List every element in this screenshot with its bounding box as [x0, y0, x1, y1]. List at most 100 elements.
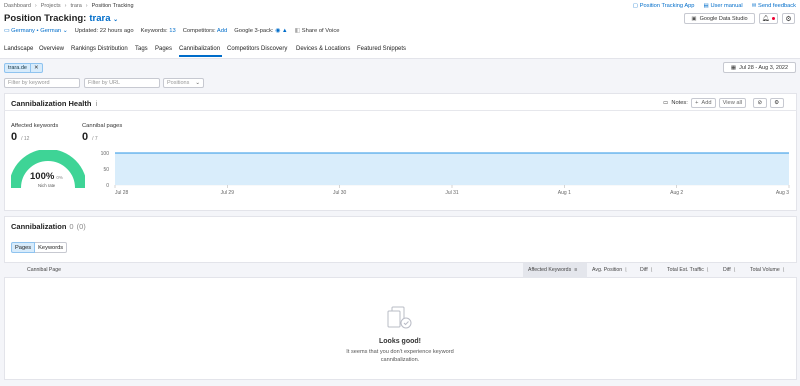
business-icon: ▲: [281, 28, 288, 34]
location-selector[interactable]: ▭ Germany • German ⌄: [4, 28, 68, 34]
keywords-count-link[interactable]: 13: [169, 28, 175, 34]
notes-toolbar: ▭ Notes: + Add View all ⊘ ⚙: [663, 98, 784, 108]
tab-landscape[interactable]: Landscape: [4, 46, 33, 52]
breadcrumb-dashboard[interactable]: Dashboard: [4, 3, 31, 9]
notes-icon: ▭: [663, 100, 669, 106]
sort-desc-icon: ≡: [574, 267, 578, 273]
divider: [4, 110, 797, 111]
tab-tags[interactable]: Tags: [135, 46, 148, 52]
top-links: ▢ Position Tracking App ▤ User manual ✉ …: [633, 3, 796, 9]
affected-keywords-metric: 0 / 12: [11, 131, 30, 143]
y-tick-label: 100: [101, 151, 110, 157]
tab-cannibalization[interactable]: Cannibalization: [179, 46, 220, 52]
view-toggle: Pages Keywords: [11, 242, 68, 253]
competitors-info: Competitors: Add: [182, 28, 228, 34]
send-feedback-link[interactable]: ✉ Send feedback: [752, 3, 796, 9]
x-tick-label: Aug 3: [776, 190, 789, 196]
position-tracking-app-link[interactable]: ▢ Position Tracking App: [633, 3, 695, 9]
close-icon[interactable]: ✕: [29, 64, 42, 72]
empty-state-text-2: cannibalization.: [380, 357, 420, 363]
sort-icon: ⌊: [625, 267, 628, 273]
cannibal-pages-metric: 0 / 7: [82, 131, 98, 143]
col-affected-keywords[interactable]: Affected Keywords ≡: [528, 262, 577, 278]
project-selector[interactable]: trara ⌄: [89, 13, 118, 24]
cannibalization-title: Cannibalization 0 (0): [11, 222, 86, 231]
breadcrumb-projects[interactable]: Projects: [41, 3, 61, 9]
tab-devices-locations[interactable]: Devices & Locations: [296, 46, 350, 52]
col-total-volume[interactable]: Total Volume ⌊: [750, 262, 785, 278]
empty-state-text-1: It seems that you don't experience keywo…: [346, 349, 454, 355]
sort-icon: ⌊: [706, 267, 709, 273]
page-title: Position Tracking: trara ⌄: [4, 13, 119, 24]
alert-dot: [772, 17, 776, 20]
bell-icon: 🔔︎: [761, 16, 770, 22]
cannibalization-chart: 100 50 0 Jul 28 Jul 29 Jul 30 Jul 31 Aug 1 Aug 2…: [101, 151, 790, 196]
tab-competitors-discovery[interactable]: Competitors Discovery: [227, 46, 287, 52]
tab-overview[interactable]: Overview: [39, 46, 64, 52]
toggle-keywords[interactable]: Keywords: [35, 242, 68, 253]
chart-settings-button[interactable]: ⚙: [769, 98, 784, 108]
cannibal-pages-label: Cannibal pages: [82, 123, 123, 129]
keywords-info: Keywords: 13: [140, 28, 176, 34]
gauge-value: 100% 0%: [30, 171, 63, 182]
share-of-voice[interactable]: ◧ Share of Voice: [295, 28, 340, 34]
toggle-pages[interactable]: Pages: [11, 242, 36, 253]
eye-off-icon: ⊘: [757, 100, 763, 106]
x-tick-label: Jul 29: [221, 190, 235, 196]
hide-notes-button[interactable]: ⊘: [752, 98, 767, 108]
col-total-est-traffic[interactable]: Total Est. Traffic ⌊: [667, 262, 709, 278]
health-title: Cannibalization Health i: [11, 99, 98, 108]
x-tick-label: Jul 30: [333, 190, 347, 196]
domain-chip[interactable]: trara.de ✕: [4, 63, 43, 73]
tab-rankings-distribution[interactable]: Rankings Distribution: [71, 46, 128, 52]
info-bar: ▭ Germany • German ⌄ Updated: 22 hours a…: [4, 28, 339, 34]
sort-icon: ⌊: [650, 267, 653, 273]
chat-icon: ✉: [751, 3, 757, 9]
add-note-button[interactable]: + Add: [690, 98, 716, 108]
info-icon[interactable]: i: [95, 99, 97, 108]
x-tick-label: Jul 31: [445, 190, 459, 196]
positions-select[interactable]: Positions ⌄: [163, 78, 204, 88]
cannibalization-table-card: [4, 216, 797, 380]
tab-pages[interactable]: Pages: [155, 46, 172, 52]
y-tick-label: 0: [106, 183, 109, 189]
keyword-filter-input[interactable]: Filter by keyword: [4, 78, 80, 88]
settings-button[interactable]: ⚙: [782, 13, 795, 24]
view-all-notes-button[interactable]: View all: [718, 98, 746, 108]
active-tab-indicator: [179, 55, 222, 57]
gauge-label: Nich rate: [38, 183, 56, 188]
gear-icon: ⚙: [785, 15, 792, 23]
x-tick-label: Jul 28: [115, 190, 129, 196]
gds-icon: ▣: [691, 15, 697, 22]
gear-icon: ⚙: [774, 100, 780, 106]
sov-toggle-icon: ◧: [294, 28, 301, 34]
col-diff-traffic[interactable]: Diff ⌊: [723, 262, 736, 278]
monitor-icon: ▭: [4, 28, 10, 34]
col-avg-position[interactable]: Avg. Position ⌊: [592, 262, 627, 278]
y-tick-label: 50: [103, 167, 109, 173]
empty-state-icon: [387, 306, 412, 329]
user-manual-link[interactable]: ▤ User manual: [703, 3, 742, 9]
date-range-picker[interactable]: ▦ Jul 28 - Aug 3, 2022: [723, 62, 796, 73]
url-filter-input[interactable]: Filter by URL: [84, 78, 160, 88]
add-competitors-link[interactable]: Add: [217, 28, 227, 34]
affected-keywords-label: Affected keywords: [11, 123, 59, 129]
google-data-studio-button[interactable]: ▣ Google Data Studio: [684, 13, 755, 24]
updated-text: Updated: 22 hours ago: [74, 28, 134, 34]
breadcrumb-project[interactable]: trara: [70, 3, 81, 9]
col-cannibal-page[interactable]: Cannibal Page: [27, 262, 61, 278]
chevron-down-icon: ⌄: [113, 17, 119, 23]
x-tick-label: Aug 2: [670, 190, 683, 196]
tab-featured-snippets[interactable]: Featured Snippets: [357, 46, 406, 52]
google-3pack-info[interactable]: Google 3-pack: ◉ ▲: [234, 28, 287, 34]
sort-icon: ⌊: [733, 267, 736, 273]
notifications-button[interactable]: 🔔︎: [759, 13, 778, 24]
breadcrumb: Dashboard › Projects › trara › Position Tra…: [4, 3, 134, 9]
col-diff-position[interactable]: Diff ⌊: [640, 262, 653, 278]
chevron-down-icon: ⌄: [195, 80, 200, 86]
map-pin-icon: ◉: [275, 28, 281, 34]
series-area: [115, 153, 789, 185]
app-icon: ▢: [632, 3, 639, 9]
calendar-icon: ▦: [730, 64, 737, 71]
breadcrumb-current: Position Tracking: [91, 3, 134, 9]
